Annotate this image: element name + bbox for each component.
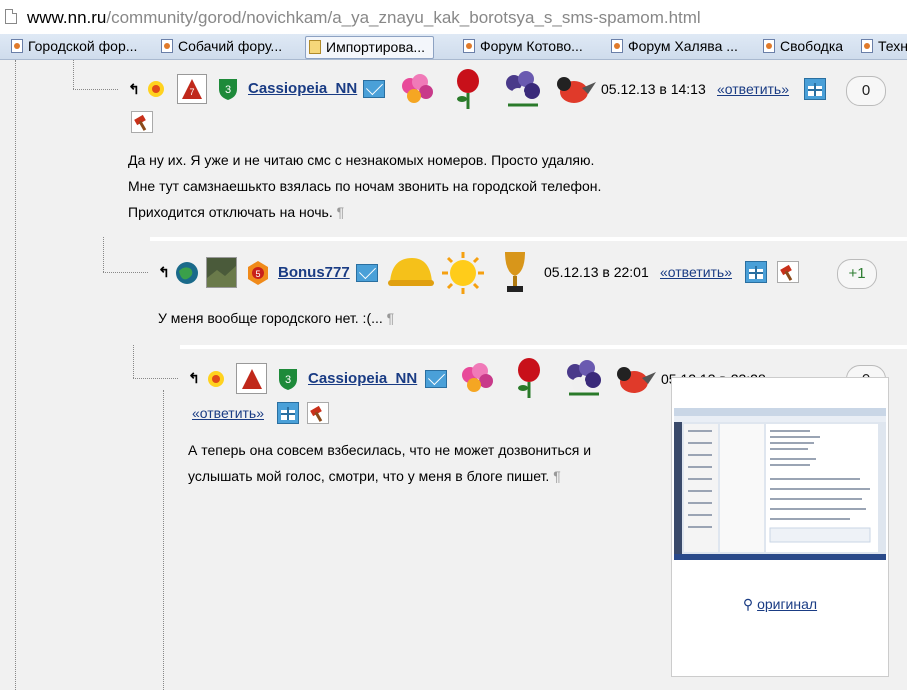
trophy-cup-icon [499,248,531,296]
svg-text:3: 3 [285,374,291,386]
reply-link[interactable]: «ответить» [660,264,732,280]
page-icon [5,9,17,24]
bookmark-svobodka[interactable]: Свободка [760,36,843,57]
bookmarks-bar: Городской фор... Собачий фору... Импорти… [0,34,907,60]
rating-counter[interactable]: +1 [837,259,877,289]
bookmark-icon [763,39,775,53]
original-link[interactable]: ⚲ оригинал [672,596,888,613]
flower-bouquet-icon [456,360,500,396]
username-link[interactable]: Cassiopeia_NN [308,370,417,387]
magnifier-icon: ⚲ [742,596,754,612]
rating-counter[interactable]: 0 [846,76,886,106]
thread-line [73,60,74,89]
moderation-hammer-icon[interactable] [307,402,329,424]
thread-line [163,390,164,690]
violet-bouquet-icon [561,356,607,400]
violet-bouquet-icon [500,67,546,111]
mail-icon[interactable] [425,370,447,388]
thread-line [103,237,104,272]
sun-avatar-icon [146,79,166,99]
bookmark-icon [611,39,623,53]
thread-line [133,345,134,378]
bookmark-tech[interactable]: Техн [858,36,907,57]
pilcrow-link[interactable]: ¶ [553,468,561,484]
comment-text: А теперь она совсем взбесилась, что не м… [188,442,592,484]
rose-icon [513,355,545,401]
username-link[interactable]: Cassiopeia_NN [248,80,357,97]
comment-text: Да ну их. Я уже и не читаю смс с незнако… [128,152,602,220]
sun-icon [440,250,486,296]
gift-icon[interactable] [745,261,767,283]
bookmark-folder-imported[interactable]: Импортирова... [305,36,435,59]
comment-text: У меня вообще городского нет. :(... ¶ [158,310,395,326]
parent-arrow-icon[interactable]: ↰ [128,80,140,98]
hard-hat-icon [386,252,436,292]
reply-link[interactable]: «ответить» [717,81,789,97]
reply-link[interactable]: «ответить» [192,405,264,421]
bookmark-forum-kotovo[interactable]: Форум Котово... [460,36,583,57]
mail-icon[interactable] [356,264,378,282]
thread-line [73,89,118,90]
gift-icon[interactable] [277,402,299,424]
url-text[interactable]: www.nn.ru/community/gorod/novichkam/a_ya… [27,8,701,28]
address-bar[interactable]: www.nn.ru/community/gorod/novichkam/a_ya… [0,0,907,35]
svg-text:3: 3 [225,84,231,96]
globe-avatar-icon [174,260,200,286]
parent-arrow-icon[interactable]: ↰ [158,263,170,281]
comment-separator [150,237,907,241]
photo-avatar [206,257,237,288]
bookmark-sobachiy-forum[interactable]: Собачий фору... [158,36,282,57]
moderation-hammer-icon[interactable] [777,261,799,283]
thread-line [103,272,148,273]
svg-text:5: 5 [255,269,260,279]
bookmark-gorodskoy-forum[interactable]: Городской фор... [8,36,137,57]
comment-date: 05.12.13 в 14:13 [601,81,706,97]
shield-badge-icon: 3 [276,366,300,392]
username-link[interactable]: Bonus777 [278,264,350,281]
bullfinch-bird-icon [552,70,598,110]
parent-arrow-icon[interactable]: ↰ [188,369,200,387]
attachment-thumbnail[interactable]: ⚲ оригинал [671,377,889,677]
sun-avatar-icon [206,369,226,389]
svg-text:7: 7 [189,87,194,97]
thread-line [133,378,178,379]
url-path: /community/gorod/novichkam/a_ya_znayu_ka… [106,8,701,27]
shield-badge-icon: 3 [216,76,240,102]
url-domain: www.nn.ru [27,8,107,27]
comment-separator [180,345,907,349]
pilcrow-link[interactable]: ¶ [337,204,345,220]
gift-icon[interactable] [804,78,826,100]
screenshot-image[interactable] [674,408,886,560]
mail-icon[interactable] [363,80,385,98]
bookmark-icon [463,39,475,53]
rank-badge-icon [236,363,267,394]
bookmark-icon [861,39,873,53]
bookmark-icon [161,39,173,53]
flower-bouquet-icon [396,72,440,106]
rose-icon [452,67,484,111]
rank-badge-icon: 5 [246,260,270,286]
bookmark-forum-khalyava[interactable]: Форум Халява ... [608,36,738,57]
thread-line [15,60,16,690]
folder-icon [309,40,321,54]
bookmark-icon [11,39,23,53]
pilcrow-link[interactable]: ¶ [387,310,395,326]
moderation-hammer-icon[interactable] [131,111,153,133]
comment-date: 05.12.13 в 22:01 [544,264,649,280]
bullfinch-bird-icon [612,360,658,400]
rank-badge-icon: 7 [177,74,207,104]
